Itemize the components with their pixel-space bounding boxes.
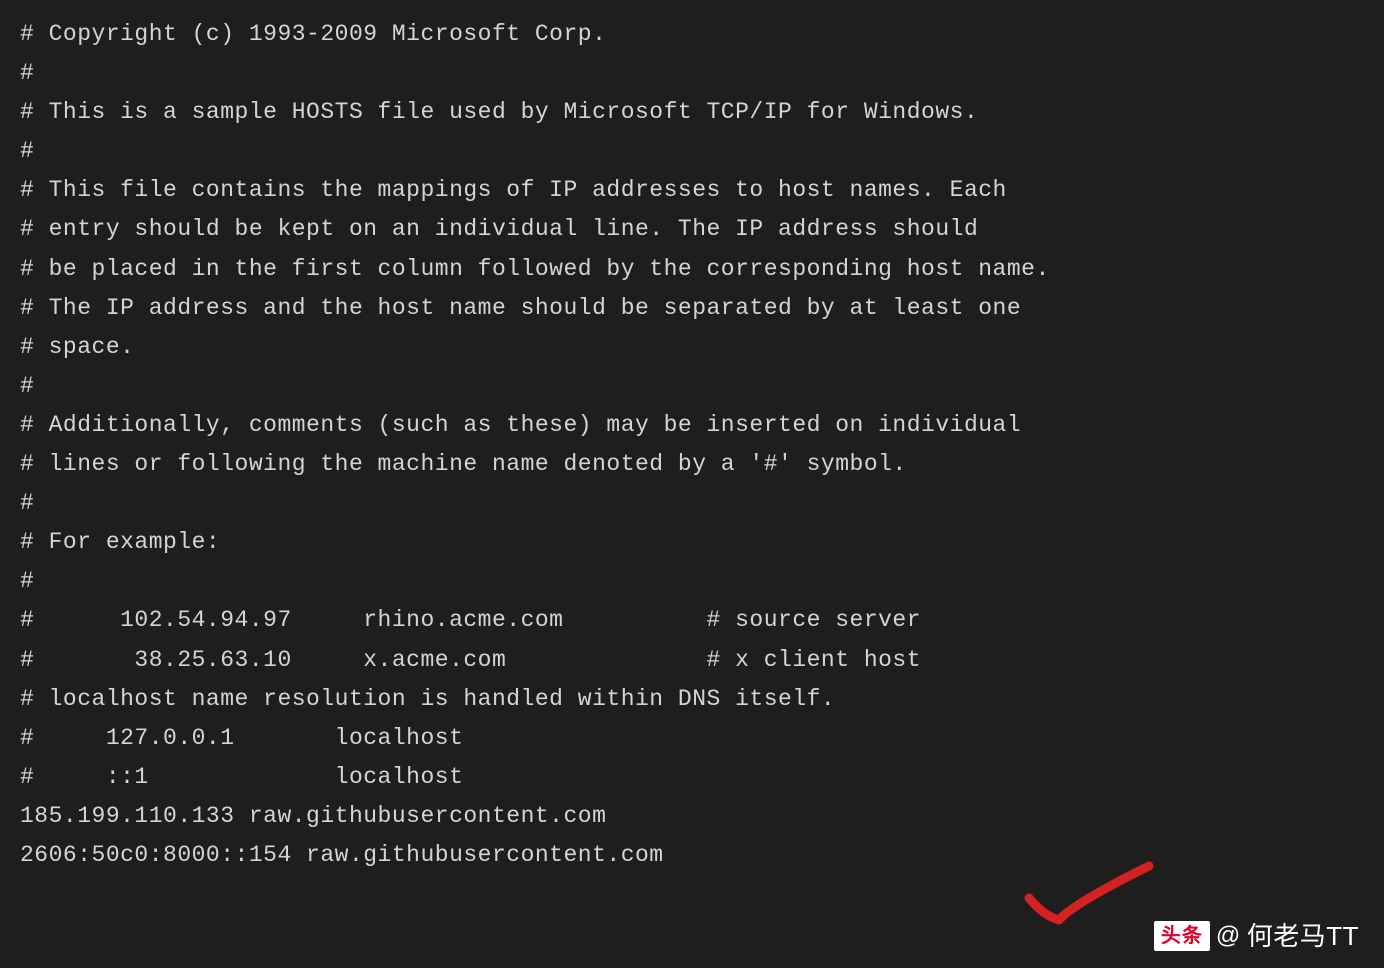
- file-line: #: [20, 484, 1364, 523]
- file-line: 185.199.110.133 raw.githubusercontent.co…: [20, 797, 1364, 836]
- file-line: # 38.25.63.10 x.acme.com # x client host: [20, 641, 1364, 680]
- file-line: #: [20, 367, 1364, 406]
- watermark-at: @: [1216, 916, 1241, 957]
- file-line: # ::1 localhost: [20, 758, 1364, 797]
- file-line: # entry should be kept on an individual …: [20, 210, 1364, 249]
- watermark: 头条 @ 何老马TT: [1154, 914, 1359, 958]
- file-line: # Copyright (c) 1993-2009 Microsoft Corp…: [20, 15, 1364, 54]
- hosts-file-content: # Copyright (c) 1993-2009 Microsoft Corp…: [20, 15, 1364, 875]
- file-line: #: [20, 132, 1364, 171]
- file-line: #: [20, 54, 1364, 93]
- file-line: # be placed in the first column followed…: [20, 250, 1364, 289]
- checkmark-annotation-icon: [1024, 858, 1154, 928]
- file-line: # localhost name resolution is handled w…: [20, 680, 1364, 719]
- file-line: # Additionally, comments (such as these)…: [20, 406, 1364, 445]
- file-line: # This is a sample HOSTS file used by Mi…: [20, 93, 1364, 132]
- watermark-logo: 头条: [1154, 921, 1210, 951]
- file-line: # lines or following the machine name de…: [20, 445, 1364, 484]
- file-line: # The IP address and the host name shoul…: [20, 289, 1364, 328]
- file-line: #: [20, 562, 1364, 601]
- watermark-author: 何老马TT: [1247, 914, 1359, 958]
- file-line: 2606:50c0:8000::154 raw.githubuserconten…: [20, 836, 1364, 875]
- file-line: # space.: [20, 328, 1364, 367]
- file-line: # 127.0.0.1 localhost: [20, 719, 1364, 758]
- file-line: # For example:: [20, 523, 1364, 562]
- file-line: # 102.54.94.97 rhino.acme.com # source s…: [20, 601, 1364, 640]
- file-line: # This file contains the mappings of IP …: [20, 171, 1364, 210]
